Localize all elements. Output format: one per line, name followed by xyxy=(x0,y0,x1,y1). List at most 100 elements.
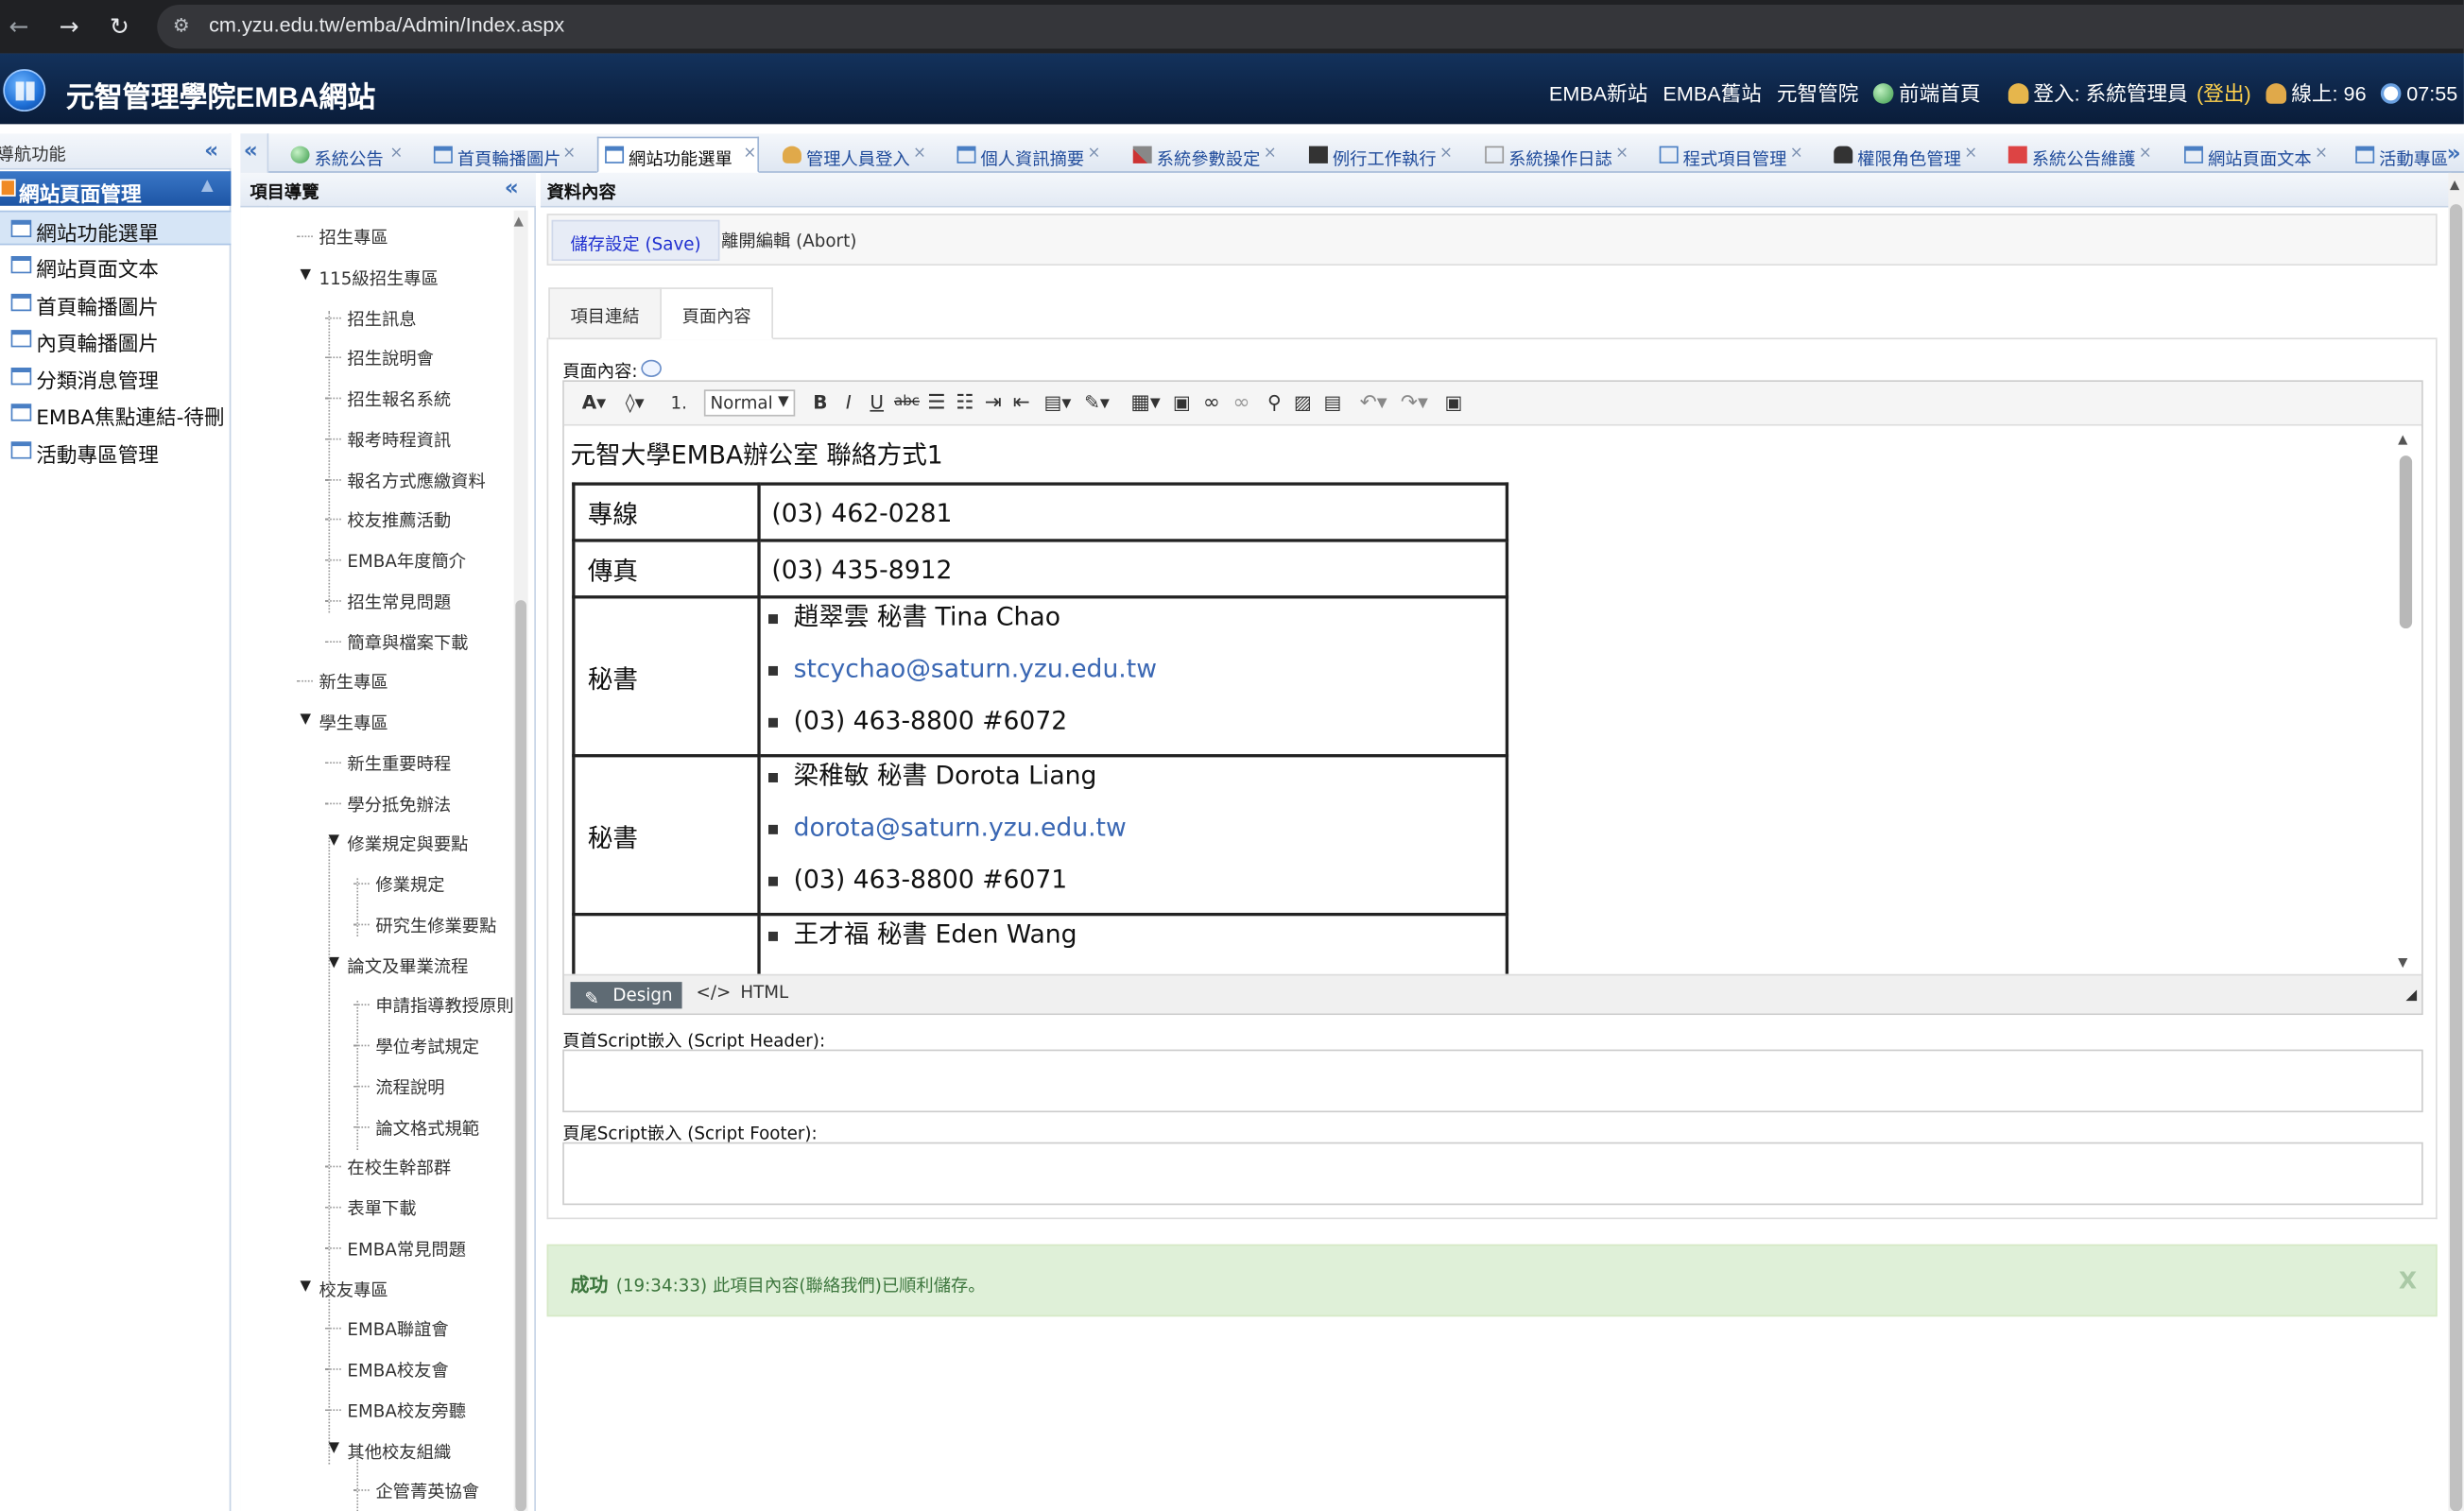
format-painter-icon[interactable]: ✎▾ xyxy=(1079,389,1114,416)
close-icon[interactable]: × xyxy=(389,145,403,162)
chevron-up-icon[interactable]: ▲ xyxy=(201,178,214,195)
paste-icon[interactable]: ▤▾ xyxy=(1042,389,1073,416)
tree-node[interactable]: 115級招生專區 xyxy=(319,266,439,291)
tab-10[interactable]: 權限角色管理 × xyxy=(1826,137,1980,173)
close-icon[interactable]: × xyxy=(2139,145,2152,162)
tree-toggle-icon[interactable]: ▼ xyxy=(301,712,312,728)
tab-page-content[interactable]: 頁面內容 xyxy=(660,287,773,340)
close-icon[interactable]: × xyxy=(1088,145,1101,162)
email-link[interactable]: stcychao@saturn.yzu.edu.tw xyxy=(768,650,1505,702)
collapse-tree-icon[interactable]: « xyxy=(505,178,519,199)
sidebar-item-events[interactable]: 活動專區管理 xyxy=(0,434,231,468)
tree-node[interactable]: 其他校友組織 xyxy=(347,1438,451,1464)
italic-icon[interactable]: I xyxy=(839,389,858,416)
collapse-left-icon[interactable]: « xyxy=(204,140,218,162)
sidebar-item-page-text[interactable]: 網站頁面文本 xyxy=(0,249,231,283)
tree-node[interactable]: EMBA常見問題 xyxy=(347,1236,466,1262)
reload-icon[interactable]: ↻ xyxy=(104,11,135,43)
editor-content[interactable]: 元智大學EMBA辦公室 聯絡方式1 專線 (03) 462-0281 傳真 (0… xyxy=(563,427,2422,974)
tree-node[interactable]: 企管菁英協會 xyxy=(375,1479,479,1504)
close-icon[interactable]: × xyxy=(2315,145,2328,162)
tree-toggle-icon[interactable]: ▼ xyxy=(328,1440,339,1456)
close-icon[interactable]: × xyxy=(1964,145,1977,162)
sidebar-item-focus-links[interactable]: EMBA焦點連結-待刪 xyxy=(0,396,231,431)
tree-node[interactable]: EMBA聯誼會 xyxy=(347,1317,448,1343)
tree-node[interactable]: 校友推薦活動 xyxy=(347,507,451,533)
tab-13[interactable]: 活動專區 xyxy=(2348,137,2457,173)
format-select[interactable]: Normal ▼ xyxy=(703,389,796,417)
email-link[interactable]: dorota@saturn.yzu.edu.tw xyxy=(768,809,1505,861)
tree-node[interactable]: EMBA校友會 xyxy=(347,1357,448,1382)
yzu-cm-link[interactable]: 元智管院 xyxy=(1777,81,1858,105)
forward-icon[interactable]: → xyxy=(54,11,85,43)
tree-node[interactable]: 論文格式規範 xyxy=(375,1115,479,1141)
tab-1[interactable]: 系統公告 × xyxy=(283,137,405,173)
close-icon[interactable]: × xyxy=(1615,145,1628,162)
script-footer-input[interactable] xyxy=(562,1142,2423,1206)
tree-node[interactable]: 招生專區 xyxy=(319,225,388,250)
tree-node[interactable]: EMBA校友旁聽 xyxy=(347,1398,466,1423)
image-icon[interactable]: ▣ xyxy=(1171,389,1193,416)
tree-node[interactable]: 研究生修業要點 xyxy=(375,913,496,938)
close-icon[interactable]: × xyxy=(1439,145,1453,162)
tree-node[interactable]: 在校生幹部群 xyxy=(347,1155,451,1180)
tree-node[interactable]: 招生訊息 xyxy=(347,305,416,331)
tree-scroll-thumb[interactable] xyxy=(515,600,526,1511)
font-size-select[interactable]: 1. xyxy=(662,389,697,416)
ordered-list-icon[interactable]: ☰ xyxy=(925,389,947,416)
abort-button[interactable]: 離開編輯 (Abort) xyxy=(721,228,856,253)
redo-icon[interactable]: ↷▾ xyxy=(1397,389,1432,416)
scroll-up-icon[interactable]: ▲ xyxy=(2398,432,2407,446)
tree-node[interactable]: 流程說明 xyxy=(375,1074,444,1100)
collapse-tabs-icon[interactable]: « xyxy=(244,140,258,162)
tree-node[interactable]: 學生專區 xyxy=(319,710,388,735)
tree-node[interactable]: 申請指導教授原則 xyxy=(375,993,513,1019)
sidebar-item-inner-carousel[interactable]: 內頁輪播圖片 xyxy=(0,322,231,356)
tree-node[interactable]: 新生專區 xyxy=(319,670,388,695)
script-header-input[interactable] xyxy=(562,1049,2423,1113)
help-icon[interactable] xyxy=(641,359,662,378)
scroll-up-icon[interactable]: ▲ xyxy=(2450,178,2459,192)
frontend-home-link[interactable]: 前端首頁 xyxy=(1873,81,1980,105)
close-icon[interactable]: × xyxy=(562,145,576,162)
tab-6[interactable]: 系統參數設定 × xyxy=(1125,137,1279,173)
emba-new-link[interactable]: EMBA新站 xyxy=(1549,81,1647,105)
strikethrough-icon[interactable]: abc xyxy=(894,389,920,416)
address-bar[interactable]: ⚙ cm.yzu.edu.tw/emba/Admin/Index.aspx xyxy=(157,4,2464,49)
bullet-list-icon[interactable]: ☷ xyxy=(954,389,975,416)
alert-close-button[interactable]: X xyxy=(2399,1266,2417,1295)
tree-toggle-icon[interactable]: ▼ xyxy=(328,833,339,850)
tree-node[interactable]: 報名方式應繳資料 xyxy=(347,468,485,493)
tab-8[interactable]: 系統操作日誌 × xyxy=(1477,137,1631,173)
html-mode-button[interactable]: </> HTML xyxy=(697,982,789,1003)
unlink-icon[interactable]: ∞ xyxy=(1229,389,1254,416)
tree-node[interactable]: 學位考試規定 xyxy=(375,1034,479,1059)
tab-item-link[interactable]: 項目連結 xyxy=(548,287,662,340)
tree-toggle-icon[interactable]: ▼ xyxy=(301,1279,312,1295)
tree-node[interactable]: EMBA年度簡介 xyxy=(347,548,466,574)
template-icon[interactable]: ▤ xyxy=(1320,389,1346,416)
tab-3[interactable]: 網站功能選單 × xyxy=(596,136,760,173)
tab-11[interactable]: 系統公告維護 × xyxy=(2000,137,2154,173)
font-color-icon[interactable]: A▾ xyxy=(577,389,612,416)
link-icon[interactable]: ∞ xyxy=(1199,389,1225,416)
tree-node[interactable]: 表單下載 xyxy=(347,1195,416,1221)
page-scroll-thumb[interactable] xyxy=(2449,204,2463,1511)
media-icon[interactable]: ▨ xyxy=(1292,389,1314,416)
tree-node[interactable]: 修業規定 xyxy=(375,872,444,898)
back-icon[interactable]: ← xyxy=(3,11,34,43)
tab-7[interactable]: 例行工作執行 × xyxy=(1301,137,1456,173)
highlight-icon[interactable]: ◊▾ xyxy=(617,389,652,416)
tree-node[interactable]: 招生說明會 xyxy=(347,346,433,371)
logout-link[interactable]: (登出) xyxy=(2197,81,2251,105)
site-info-icon[interactable]: ⚙ xyxy=(173,14,190,36)
tree-toggle-icon[interactable]: ▼ xyxy=(301,266,312,283)
tree-node[interactable]: 招生常見問題 xyxy=(347,589,451,614)
scroll-up-icon[interactable]: ▲ xyxy=(514,214,524,228)
editor-scroll-thumb[interactable] xyxy=(2399,455,2413,629)
design-mode-button[interactable]: ✎ Design xyxy=(570,982,682,1009)
tree-node[interactable]: 簡章與檔案下載 xyxy=(347,629,468,655)
tree-node[interactable]: 論文及畢業流程 xyxy=(347,953,468,978)
tree-node[interactable]: 新生重要時程 xyxy=(347,750,451,776)
close-icon[interactable]: × xyxy=(1264,145,1277,162)
